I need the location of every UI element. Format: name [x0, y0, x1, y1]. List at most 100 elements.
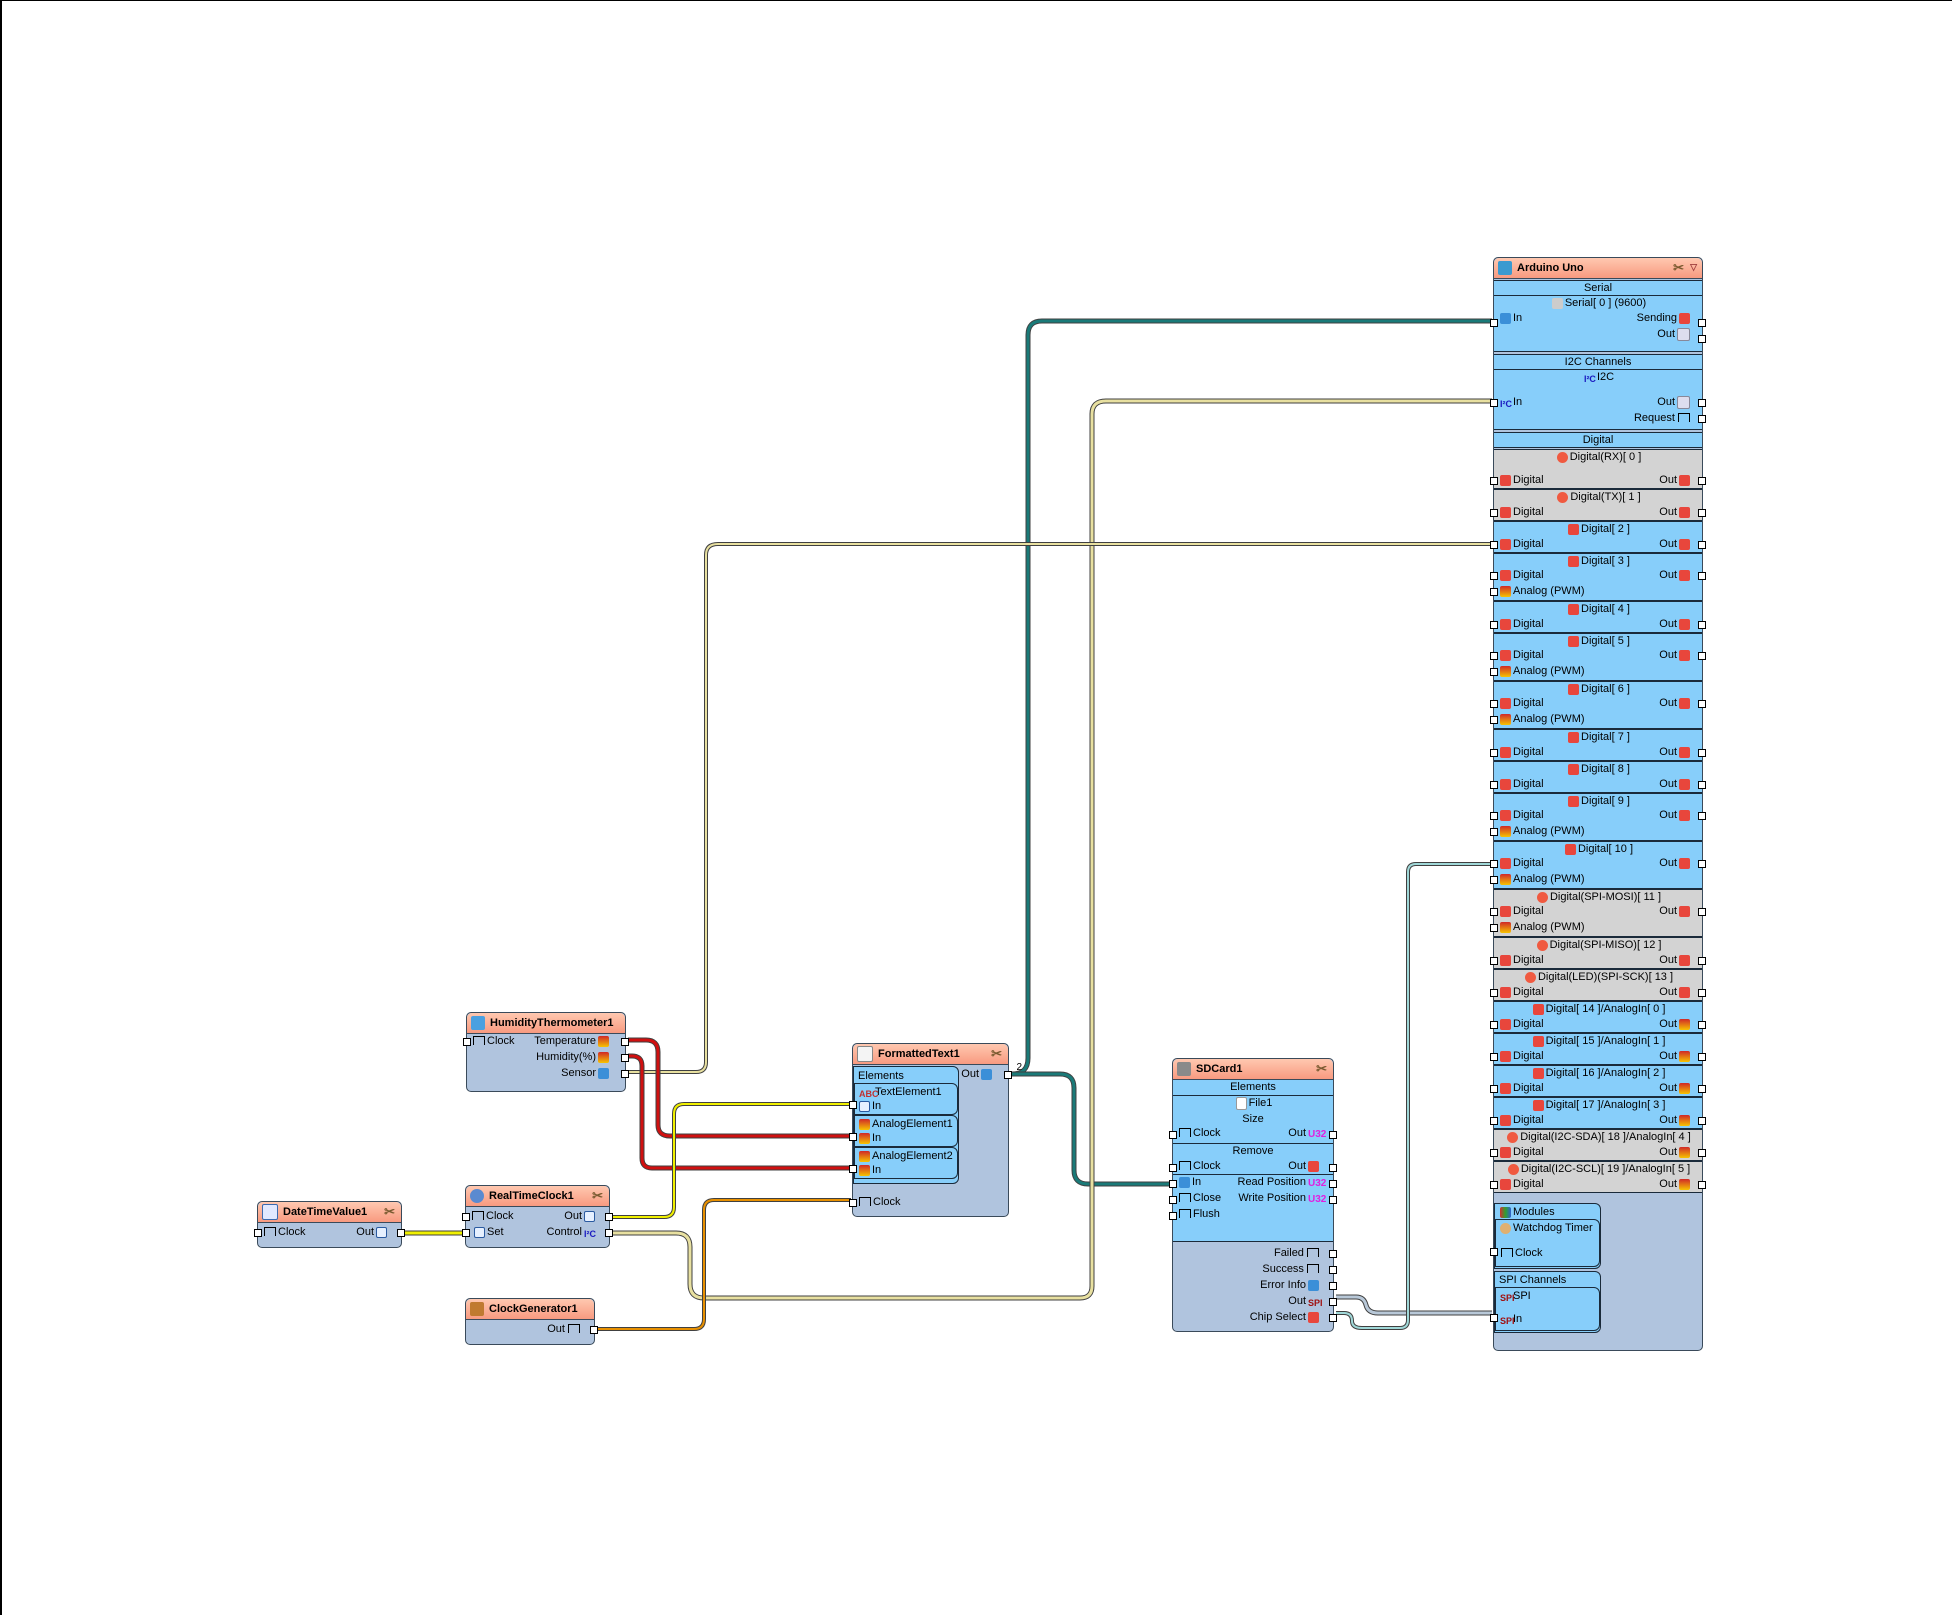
digital-out-pin[interactable]: [1698, 1021, 1706, 1029]
component-header[interactable]: DateTimeValue1 ✂: [258, 1202, 401, 1223]
temperature-pin[interactable]: [621, 1038, 629, 1046]
digital-in-pin[interactable]: [1490, 572, 1498, 580]
flush-pin[interactable]: [1169, 1212, 1177, 1220]
digital-out-pin[interactable]: [1698, 1085, 1706, 1093]
digital-in-pin[interactable]: [1490, 749, 1498, 757]
digital-out-pin[interactable]: [1698, 1181, 1706, 1189]
component-header[interactable]: Arduino Uno ✂ ▽: [1494, 258, 1702, 279]
wire-clockgen-to-formatted[interactable]: [597, 1198, 851, 1331]
formatted-text-component[interactable]: FormattedText1 ✂ Elements ABCTextElement…: [849, 1043, 1022, 1217]
control-pin[interactable]: [605, 1229, 613, 1237]
success-pin[interactable]: [1329, 1266, 1337, 1274]
analog-pwm-pin[interactable]: [1490, 876, 1498, 884]
digital-in-pin[interactable]: [1490, 989, 1498, 997]
element-item[interactable]: AnalogElement1 In: [854, 1115, 958, 1147]
component-header[interactable]: FormattedText1 ✂: [853, 1044, 1008, 1065]
tools-icon[interactable]: ✂: [592, 1188, 603, 1204]
digital-out-pin[interactable]: [1698, 509, 1706, 517]
set-pin[interactable]: [462, 1229, 470, 1237]
out-pin[interactable]: [1004, 1071, 1012, 1079]
clock-pin[interactable]: [462, 1213, 470, 1221]
digital-out-pin[interactable]: [1698, 908, 1706, 916]
analog-element2-in-pin[interactable]: [849, 1165, 857, 1173]
humidity-pin[interactable]: [621, 1054, 629, 1062]
digital-out-pin[interactable]: [1698, 477, 1706, 485]
digital-out-pin[interactable]: [1698, 860, 1706, 868]
humidity-thermometer-component[interactable]: HumidityThermometer1 Clock Temperature H…: [463, 1012, 629, 1092]
digital-in-pin[interactable]: [1490, 621, 1498, 629]
digital-out-pin[interactable]: [1698, 621, 1706, 629]
digital-out-pin[interactable]: [1698, 1149, 1706, 1157]
arduino-uno-component[interactable]: Arduino Uno ✂ ▽ Serial Serial[ 0 ] (9600…: [1490, 257, 1706, 1351]
wire-sdcard-to-spi[interactable]: [1336, 1294, 1492, 1316]
clock-pin[interactable]: [463, 1038, 471, 1046]
write-position-pin[interactable]: [1329, 1196, 1337, 1204]
digital-in-pin[interactable]: [1490, 860, 1498, 868]
component-header[interactable]: RealTimeClock1 ✂: [466, 1186, 609, 1207]
failed-pin[interactable]: [1329, 1250, 1337, 1258]
text-element-in-pin[interactable]: [849, 1101, 857, 1109]
watchdog-clock-pin[interactable]: [1490, 1248, 1498, 1256]
size-out-pin[interactable]: [1329, 1131, 1337, 1139]
clock-pin[interactable]: [254, 1229, 262, 1237]
watchdog-timer-module[interactable]: Watchdog Timer Clock: [1495, 1219, 1600, 1267]
digital-in-pin[interactable]: [1490, 908, 1498, 916]
digital-in-pin[interactable]: [1490, 1021, 1498, 1029]
serial-sending-pin[interactable]: [1698, 319, 1706, 327]
digital-in-pin[interactable]: [1490, 1117, 1498, 1125]
serial-out-pin[interactable]: [1698, 335, 1706, 343]
i2c-in-pin[interactable]: [1490, 399, 1498, 407]
wire-temp-to-analog1[interactable]: [628, 1037, 851, 1139]
digital-in-pin[interactable]: [1490, 477, 1498, 485]
element-item[interactable]: ABCTextElement1 In: [854, 1083, 958, 1115]
wire-chipselect-to-digital10[interactable]: [1336, 862, 1492, 1330]
i2c-request-pin[interactable]: [1698, 415, 1706, 423]
analog-pwm-pin[interactable]: [1490, 924, 1498, 932]
chip-select-pin[interactable]: [1329, 1314, 1337, 1322]
out-pin[interactable]: [590, 1326, 598, 1334]
analog-element1-in-pin[interactable]: [849, 1133, 857, 1141]
size-clock-pin[interactable]: [1169, 1131, 1177, 1139]
spi-in-pin[interactable]: [1490, 1314, 1498, 1322]
digital-in-pin[interactable]: [1490, 1181, 1498, 1189]
element-item[interactable]: AnalogElement2 In: [854, 1147, 958, 1179]
digital-out-pin[interactable]: [1698, 1117, 1706, 1125]
digital-in-pin[interactable]: [1490, 957, 1498, 965]
remove-clock-pin[interactable]: [1169, 1164, 1177, 1172]
tools-icon[interactable]: ✂: [1673, 260, 1684, 276]
analog-pwm-pin[interactable]: [1490, 716, 1498, 724]
digital-in-pin[interactable]: [1490, 652, 1498, 660]
serial-in-pin[interactable]: [1490, 319, 1498, 327]
digital-out-pin[interactable]: [1698, 989, 1706, 997]
analog-pwm-pin[interactable]: [1490, 588, 1498, 596]
out-pin[interactable]: [397, 1229, 405, 1237]
digital-in-pin[interactable]: [1490, 812, 1498, 820]
realtime-clock-component[interactable]: RealTimeClock1 ✂ Clock Set Out Control I²…: [462, 1185, 613, 1248]
tools-icon[interactable]: ✂: [384, 1204, 395, 1220]
sensor-pin[interactable]: [621, 1070, 629, 1078]
analog-pwm-pin[interactable]: [1490, 668, 1498, 676]
in-pin[interactable]: [1169, 1180, 1177, 1188]
digital-in-pin[interactable]: [1490, 1149, 1498, 1157]
remove-out-pin[interactable]: [1329, 1164, 1337, 1172]
component-header[interactable]: ClockGenerator1: [466, 1299, 594, 1320]
tools-icon[interactable]: ✂: [1316, 1061, 1327, 1077]
spi-channel[interactable]: SPISPI SPIIn: [1495, 1287, 1600, 1331]
digital-out-pin[interactable]: [1698, 781, 1706, 789]
wire-sensor-to-digital2[interactable]: [628, 542, 1492, 1074]
clock-pin[interactable]: [849, 1199, 857, 1207]
digital-out-pin[interactable]: [1698, 1053, 1706, 1061]
analog-pwm-pin[interactable]: [1490, 828, 1498, 836]
digital-out-pin[interactable]: [1698, 957, 1706, 965]
digital-out-pin[interactable]: [1698, 749, 1706, 757]
read-position-pin[interactable]: [1329, 1180, 1337, 1188]
digital-in-pin[interactable]: [1490, 700, 1498, 708]
datetime-value-component[interactable]: DateTimeValue1 ✂ Clock Out: [254, 1201, 405, 1248]
file-item[interactable]: File1: [1173, 1096, 1333, 1110]
digital-in-pin[interactable]: [1490, 509, 1498, 517]
wire-rtc-to-i2c[interactable]: [612, 398, 1492, 1301]
close-pin[interactable]: [1169, 1196, 1177, 1204]
tools-icon[interactable]: ✂: [991, 1046, 1002, 1062]
dropdown-icon[interactable]: ▽: [1690, 262, 1697, 273]
error-info-pin[interactable]: [1329, 1282, 1337, 1290]
